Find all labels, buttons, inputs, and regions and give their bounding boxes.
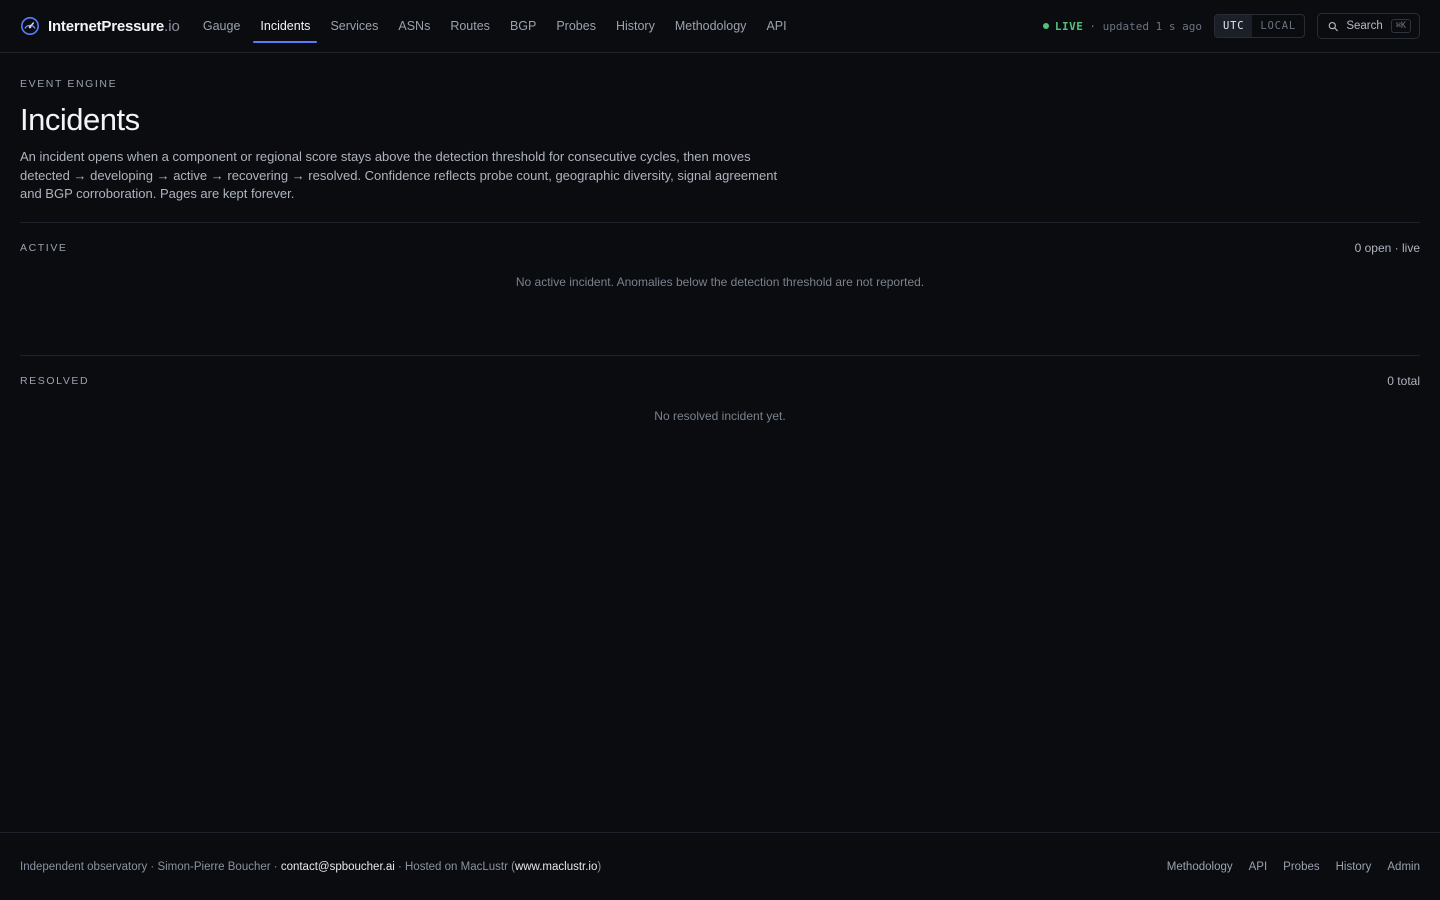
nav-services[interactable]: Services [323,13,385,39]
top-right-controls: LIVE · updated 1 s ago UTC LOCAL Search … [1042,13,1420,39]
footer-link-probes[interactable]: Probes [1283,861,1319,873]
timezone-utc-button[interactable]: UTC [1215,15,1253,37]
nav-routes[interactable]: Routes [443,13,497,39]
resolved-section-title: RESOLVED [20,374,90,387]
main-nav: Gauge Incidents Services ASNs Routes BGP… [196,13,794,43]
nav-bgp[interactable]: BGP [503,13,543,39]
live-status: LIVE · updated 1 s ago [1042,19,1203,33]
footer-closing-paren: ) [597,860,602,873]
resolved-count: 0 total [1387,373,1420,388]
page-description: An incident opens when a component or re… [20,149,778,201]
footer-link-history[interactable]: History [1336,861,1372,873]
active-empty-state: No active incident. Anomalies below the … [515,274,925,289]
search-label: Search [1346,20,1383,32]
footer-link-methodology[interactable]: Methodology [1167,861,1233,873]
nav-incidents[interactable]: Incidents [253,13,318,43]
resolved-section-header: RESOLVED 0 total [20,356,1420,406]
timezone-local-button[interactable]: LOCAL [1252,15,1304,37]
timezone-toggle: UTC LOCAL [1214,14,1305,38]
last-updated: · updated 1 s ago [1089,19,1203,33]
page-title: Incidents [20,102,140,137]
footer-host-link[interactable]: www.maclustr.io [515,861,597,873]
nav-history[interactable]: History [609,13,662,39]
search-shortcut-hint: ⌘K [1390,19,1411,33]
main-content: EVENT ENGINE Incidents An incident opens… [20,53,1420,423]
footer-links: Methodology API Probes History Admin [1167,861,1420,873]
gauge-logo-icon [21,17,39,35]
search-icon [1328,21,1338,31]
nav-asns[interactable]: ASNs [391,13,437,39]
active-section-header: ACTIVE 0 open · live [20,223,1420,273]
live-label: LIVE [1054,19,1084,33]
brand[interactable]: InternetPressure .io [20,16,180,36]
resolved-empty-state: No resolved incident yet. [654,408,786,423]
active-count: 0 open · live [1354,240,1420,255]
live-indicator-dot [1042,23,1049,29]
nav-methodology[interactable]: Methodology [668,13,754,39]
footer-link-api[interactable]: API [1249,861,1268,873]
top-navigation-bar: InternetPressure .io Gauge Incidents Serv… [0,0,1440,53]
search-button[interactable]: Search ⌘K [1317,13,1420,39]
resolved-incidents-section: RESOLVED 0 total No resolved incident ye… [20,354,1420,423]
nav-gauge[interactable]: Gauge [196,13,248,39]
footer: Independent observatory · Simon-Pierre B… [0,832,1440,900]
active-incidents-section: ACTIVE 0 open · live No active incident.… [20,221,1420,355]
active-section-title: ACTIVE [20,241,68,254]
nav-probes[interactable]: Probes [549,13,603,39]
footer-link-admin[interactable]: Admin [1387,861,1420,873]
footer-email-link[interactable]: contact@spboucher.ai [281,861,395,873]
footer-credits: Independent observatory · Simon-Pierre B… [20,861,601,873]
nav-api[interactable]: API [759,13,793,39]
footer-credit-text: Independent observatory · Simon-Pierre B… [20,860,281,873]
brand-name: InternetPressure [48,17,165,35]
footer-host-text: · Hosted on MacLustr ( [394,860,515,873]
page-eyebrow: EVENT ENGINE [20,78,118,90]
brand-tld: .io [164,17,180,35]
